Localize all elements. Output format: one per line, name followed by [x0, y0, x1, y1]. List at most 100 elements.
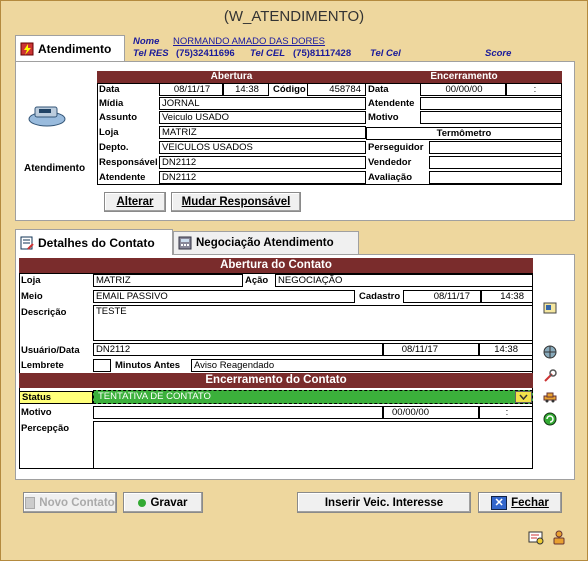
open-record-icon[interactable]: [542, 300, 558, 316]
vendedor-label: Vendedor: [368, 157, 412, 168]
tab-detalhes-label: Detalhes do Contato: [38, 235, 155, 250]
assunto-field[interactable]: Veiculo USADO: [159, 111, 366, 124]
form-edit-icon: [20, 236, 34, 250]
tab-atendimento[interactable]: Atendimento: [15, 35, 125, 61]
inserir-veic-button[interactable]: Inserir Veic. Interesse: [297, 492, 471, 513]
percepcao-label: Percepção: [21, 423, 70, 434]
enc-motivo-label: Motivo: [368, 112, 399, 123]
midia-field[interactable]: JORNAL: [159, 97, 366, 110]
avaliacao-field[interactable]: [429, 171, 562, 184]
alterar-label: Alterar: [116, 196, 154, 208]
close-icon: ✕: [491, 495, 508, 510]
contato-loja-field[interactable]: MATRIZ: [93, 274, 243, 287]
encerramento-contato-header: Encerramento do Contato: [19, 373, 533, 388]
lembrete-checkbox[interactable]: [93, 359, 111, 372]
status-select[interactable]: TENTATIVA DE CONTATO: [93, 390, 533, 404]
descricao-field[interactable]: TESTE: [93, 305, 533, 341]
midia-label: Mídia: [99, 98, 124, 109]
car-icon[interactable]: [542, 389, 558, 405]
atendimento-side-label: Atendimento: [24, 163, 86, 174]
globe-icon[interactable]: [542, 344, 558, 360]
tab-negociacao[interactable]: Negociação Atendimento: [173, 231, 359, 254]
usuario-hora[interactable]: 14:38: [479, 343, 533, 356]
chevron-down-icon[interactable]: [515, 391, 532, 403]
lembrete-label: Lembrete: [21, 360, 64, 371]
nome-label: Nome: [133, 36, 160, 47]
enc-atendente-label: Atendente: [368, 98, 415, 109]
loja-field[interactable]: MATRIZ: [159, 126, 366, 139]
enc-hora-field[interactable]: :: [506, 83, 562, 96]
enc-data-label: Data: [368, 84, 389, 95]
user-lock-icon[interactable]: [550, 528, 568, 546]
termometro-header: Termômetro: [366, 127, 562, 140]
telcel2-label: Tel Cel: [370, 48, 401, 59]
alterar-button[interactable]: Alterar: [104, 192, 166, 212]
telres-label: Tel RES: [133, 48, 169, 59]
report-icon[interactable]: [527, 528, 545, 546]
aviso-field[interactable]: Aviso Reagendado: [191, 359, 533, 372]
motivo-field[interactable]: [93, 406, 383, 419]
fechar-button[interactable]: ✕ Fechar: [478, 492, 562, 513]
telcel-value: (75)81117428: [293, 48, 352, 59]
pos-terminal-icon: [25, 101, 67, 129]
avaliacao-label: Avaliação: [368, 172, 413, 183]
acao-field[interactable]: NEGOCIAÇÃO: [275, 274, 533, 287]
responsavel-label: Responsável: [99, 157, 158, 168]
inserir-label: Inserir Veic. Interesse: [324, 496, 444, 509]
motivo-label: Motivo: [21, 407, 52, 418]
acao-label: Ação: [245, 275, 269, 286]
depto-field[interactable]: VEICULOS USADOS: [159, 141, 366, 154]
usuario-field[interactable]: DN2112: [93, 343, 383, 356]
perseguidor-field[interactable]: [429, 141, 562, 154]
usuario-date[interactable]: 08/11/17: [383, 343, 479, 356]
meio-label: Meio: [21, 291, 43, 302]
tab-negociacao-label: Negociação Atendimento: [196, 237, 334, 249]
telres-value: (75)32411696: [176, 48, 235, 59]
tool-icon[interactable]: [542, 368, 558, 384]
encerramento-header: Encerramento: [366, 71, 562, 83]
cadastro-date[interactable]: 08/11/17: [403, 290, 481, 303]
atendente-label: Atendente: [99, 172, 146, 183]
abertura-header: Abertura: [97, 71, 366, 83]
refresh-icon[interactable]: [542, 411, 558, 427]
novo-label: Novo Contato: [39, 496, 115, 509]
lightning-form-icon: [20, 42, 34, 56]
minutos-label: Minutos Antes: [115, 360, 181, 371]
mudar-responsavel-button[interactable]: Mudar Responsável: [171, 192, 301, 212]
responsavel-field[interactable]: DN2112: [159, 156, 366, 169]
tab-atendimento-label: Atendimento: [38, 41, 112, 56]
novo-icon: [25, 496, 36, 509]
vendedor-field[interactable]: [429, 156, 562, 169]
depto-label: Depto.: [99, 142, 129, 153]
hora-field[interactable]: 14:38: [223, 83, 269, 96]
enc-atendente-field[interactable]: [420, 97, 562, 110]
fechar-label: Fechar: [511, 496, 549, 509]
window: (W_ATENDIMENTO) Atendimento Nome NORMAND…: [0, 0, 588, 561]
codigo-field[interactable]: 458784: [307, 83, 366, 96]
status-label: Status: [19, 391, 93, 404]
atendente-field[interactable]: DN2112: [159, 171, 366, 184]
percepcao-field[interactable]: [93, 421, 533, 469]
motivo-date[interactable]: 00/00/00: [383, 406, 479, 419]
motivo-hora[interactable]: :: [479, 406, 533, 419]
novo-contato-button[interactable]: Novo Contato: [23, 492, 117, 513]
window-title: (W_ATENDIMENTO): [223, 8, 365, 25]
cadastro-hora[interactable]: 14:38: [481, 290, 533, 303]
tab-detalhes[interactable]: Detalhes do Contato: [15, 229, 173, 255]
perseguidor-label: Perseguidor: [368, 142, 424, 153]
mudar-label: Mudar Responsável: [181, 196, 291, 208]
cadastro-label: Cadastro: [359, 291, 401, 302]
calculator-icon: [178, 236, 192, 250]
enc-motivo-field[interactable]: [420, 111, 562, 124]
score-label: Score: [485, 48, 512, 59]
data-label: Data: [99, 84, 120, 95]
gravar-label: Gravar: [150, 496, 188, 509]
data-field[interactable]: 08/11/17: [159, 83, 223, 96]
meio-field[interactable]: EMAIL PASSIVO: [93, 290, 355, 303]
gravar-button[interactable]: Gravar: [123, 492, 203, 513]
nome-link[interactable]: NORMANDO AMADO DAS DORES: [173, 36, 325, 47]
enc-data-field[interactable]: 00/00/00: [420, 83, 506, 96]
usuario-label: Usuário/Data: [21, 345, 80, 356]
contato-loja-label: Loja: [21, 275, 41, 286]
loja-label: Loja: [99, 127, 119, 138]
